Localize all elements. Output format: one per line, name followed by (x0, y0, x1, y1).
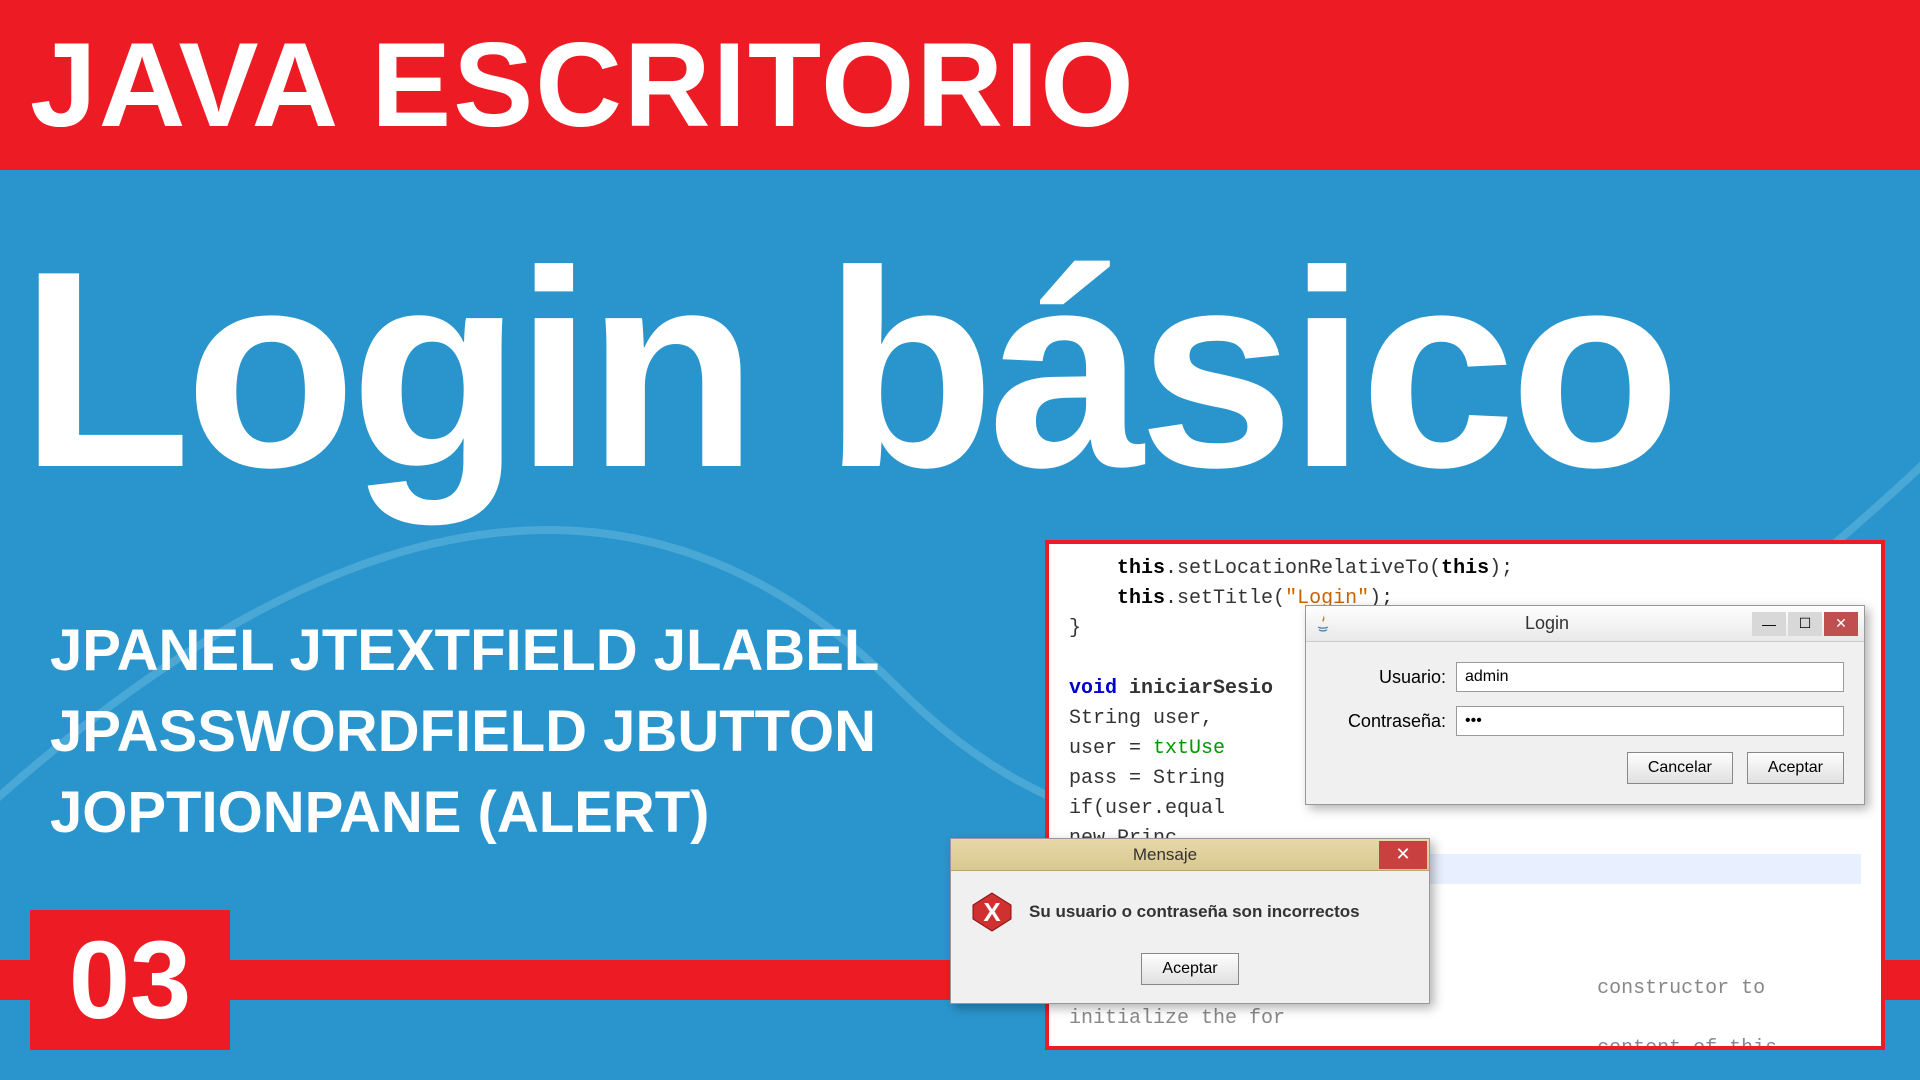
accept-button[interactable]: Aceptar (1747, 752, 1844, 784)
maximize-button[interactable]: ☐ (1788, 612, 1822, 636)
main-title: Login básico (20, 230, 1675, 510)
minimize-button[interactable]: — (1752, 612, 1786, 636)
password-input[interactable] (1456, 706, 1844, 736)
message-dialog: Mensaje ✕ X Su usuario o contraseña son … (950, 838, 1430, 1004)
user-input[interactable] (1456, 662, 1844, 692)
error-icon: X (971, 891, 1013, 933)
close-button[interactable]: ✕ (1824, 612, 1858, 636)
header-title: JAVA ESCRITORIO (30, 16, 1136, 154)
message-text: Su usuario o contraseña son incorrectos (1029, 902, 1360, 922)
user-label: Usuario: (1326, 667, 1446, 688)
login-window: Login — ☐ ✕ Usuario: Contraseña: Cancela… (1305, 605, 1865, 805)
message-close-button[interactable]: ✕ (1379, 841, 1427, 869)
message-title: Mensaje (951, 845, 1379, 865)
message-accept-button[interactable]: Aceptar (1141, 953, 1238, 985)
episode-badge: 03 (30, 910, 230, 1050)
message-titlebar[interactable]: Mensaje ✕ (951, 839, 1429, 871)
subtitle-line-2: JPASSWORDFIELD JBUTTON (50, 691, 879, 772)
login-titlebar[interactable]: Login — ☐ ✕ (1306, 606, 1864, 642)
cancel-button[interactable]: Cancelar (1627, 752, 1733, 784)
subtitle-block: JPANEL JTEXTFIELD JLABEL JPASSWORDFIELD … (50, 610, 879, 854)
subtitle-line-3: JOPTIONPANE (ALERT) (50, 772, 879, 853)
svg-text:X: X (983, 897, 1001, 927)
header-band: JAVA ESCRITORIO (0, 0, 1920, 170)
login-window-title: Login (1342, 613, 1752, 634)
java-icon (1312, 613, 1334, 635)
subtitle-line-1: JPANEL JTEXTFIELD JLABEL (50, 610, 879, 691)
password-label: Contraseña: (1326, 711, 1446, 732)
